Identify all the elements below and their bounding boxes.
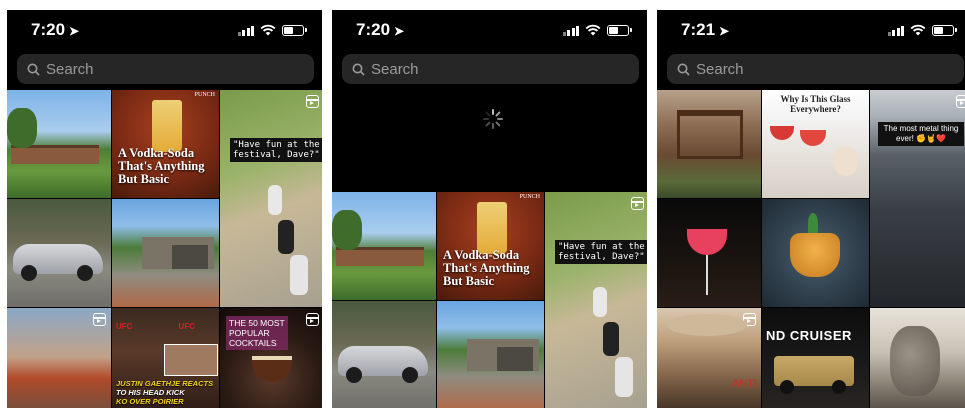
post-title: Why Is This Glass Everywhere? <box>780 94 851 114</box>
post-festival-line[interactable]: "Have fun at the festival, Dave?" <box>220 90 322 307</box>
ufc-logo: UFC <box>116 322 133 331</box>
post-wooden-house[interactable] <box>657 90 761 198</box>
post-festival-line[interactable]: "Have fun at the festival, Dave?" <box>545 192 647 408</box>
status-bar: 7:21 ➤ <box>657 10 965 50</box>
post-garage-house[interactable] <box>437 301 544 408</box>
phone-screen-1: 7:20 ➤ Search PUNCH A Vodka-Soda That's A… <box>7 10 322 408</box>
reels-icon <box>306 95 319 108</box>
status-bar: 7:20 ➤ <box>332 10 647 50</box>
post-orange-cocktail[interactable] <box>762 199 869 307</box>
wifi-icon <box>585 24 601 36</box>
post-garage-house[interactable] <box>112 199 219 307</box>
search-placeholder: Search <box>696 60 744 78</box>
location-arrow-icon: ➤ <box>394 24 405 38</box>
explore-grid: PUNCH A Vodka-Soda That's Anything But B… <box>7 90 322 408</box>
post-50-cocktails[interactable]: THE 50 MOST POPULAR COCKTAILS <box>220 308 322 408</box>
post-title: A Vodka-Soda That's Anything But Basic <box>443 248 530 288</box>
post-modern-house[interactable] <box>332 192 436 300</box>
status-time: 7:21 ➤ <box>681 20 730 39</box>
source-label: PUNCH <box>194 92 215 98</box>
post-caption: THE 50 MOST POPULAR COCKTAILS <box>226 316 288 350</box>
search-input[interactable]: Search <box>667 54 964 84</box>
search-placeholder: Search <box>371 60 419 78</box>
cellular-signal-icon <box>237 25 254 36</box>
post-vodka-soda[interactable]: PUNCH A Vodka-Soda That's Anything But B… <box>112 90 219 198</box>
location-arrow-icon: ➤ <box>69 24 80 38</box>
status-bar: 7:20 ➤ <box>7 10 322 50</box>
explore-grid: PUNCH A Vodka-Soda That's Anything But B… <box>332 192 647 408</box>
phone-screen-3: 7:21 ➤ Search Why Is This Glass Everywher… <box>657 10 965 408</box>
post-vodka-soda[interactable]: PUNCH A Vodka-Soda That's Anything But B… <box>437 192 544 300</box>
post-caption: "Have fun at the festival, Dave?" <box>230 138 322 162</box>
post-red-cocktail[interactable] <box>657 199 761 307</box>
search-placeholder: Search <box>46 60 94 78</box>
post-silver-car[interactable] <box>332 301 436 408</box>
post-land-cruiser[interactable]: ND CRUISER <box>762 308 869 408</box>
post-blurred-crowd[interactable] <box>7 308 111 408</box>
explore-grid: Why Is This Glass Everywhere? The most m… <box>657 90 965 408</box>
phone-screen-2: 7:20 ➤ Search PUNCH A Vodka-Soda That's … <box>332 10 647 408</box>
reels-icon <box>956 95 965 108</box>
cellular-signal-icon <box>887 25 904 36</box>
loading-spinner-icon <box>483 109 503 129</box>
post-ufc-gaethje[interactable]: UFC UFC JUSTIN GAETHJE REACTS TO HIS HEA… <box>112 308 219 408</box>
reels-icon <box>631 197 644 210</box>
battery-icon <box>932 24 957 36</box>
post-glass-everywhere[interactable]: Why Is This Glass Everywhere? <box>762 90 869 198</box>
post-title: A Vodka-Soda That's Anything But Basic <box>118 146 205 186</box>
post-modern-house[interactable] <box>7 90 111 198</box>
status-time: 7:20 ➤ <box>31 20 80 39</box>
wifi-icon <box>910 24 926 36</box>
post-sculpture[interactable] <box>870 308 965 408</box>
post-headline: JUSTIN GAETHJE REACTS TO HIS HEAD KICK K… <box>116 379 214 406</box>
search-input[interactable]: Search <box>17 54 314 84</box>
post-caption: The most metal thing ever! ✊🤘❤️ <box>878 122 964 146</box>
post-metal-crowd[interactable]: The most metal thing ever! ✊🤘❤️ <box>870 90 965 307</box>
post-title: ND CRUISER <box>766 328 852 343</box>
search-input[interactable]: Search <box>342 54 639 84</box>
status-time: 7:20 ➤ <box>356 20 405 39</box>
location-arrow-icon: ➤ <box>719 24 730 38</box>
post-cowboy[interactable]: ANTI <box>657 308 761 408</box>
battery-icon <box>607 24 632 36</box>
search-icon <box>352 63 365 76</box>
search-icon <box>27 63 40 76</box>
reels-icon <box>306 313 319 326</box>
ufc-logo: UFC <box>178 322 195 331</box>
sign-text: ANTI <box>731 378 757 390</box>
post-caption: "Have fun at the festival, Dave?" <box>555 240 647 264</box>
reels-icon <box>93 313 106 326</box>
wifi-icon <box>260 24 276 36</box>
post-silver-car[interactable] <box>7 199 111 307</box>
cellular-signal-icon <box>562 25 579 36</box>
battery-icon <box>282 24 307 36</box>
source-label: PUNCH <box>519 194 540 200</box>
search-icon <box>677 63 690 76</box>
